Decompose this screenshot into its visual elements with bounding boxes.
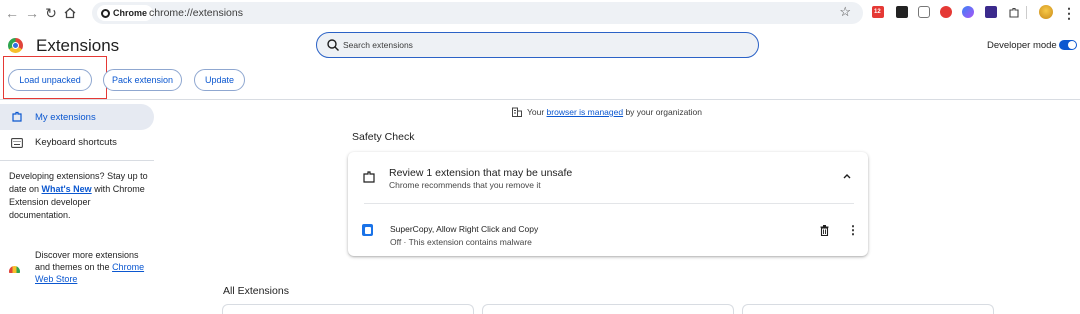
sync-extension-icon[interactable] — [962, 6, 974, 18]
back-button[interactable]: ← — [3, 4, 21, 22]
menu-kebab-icon[interactable]: ⋮ — [1060, 4, 1078, 22]
supercopy-extension-icon — [362, 224, 373, 236]
review-subtitle: Chrome recommends that you remove it — [389, 180, 541, 190]
sidebar-item-keyboard-shortcuts[interactable]: Keyboard shortcuts — [0, 131, 154, 155]
browser-managed-link[interactable]: browser is managed — [547, 107, 624, 117]
reload-icon[interactable]: ↻ — [42, 4, 60, 22]
managed-suffix: by your organization — [623, 107, 703, 117]
flagged-extension-name: SuperCopy, Allow Right Click and Copy — [390, 224, 539, 234]
forward-button[interactable]: → — [23, 4, 41, 22]
badge-count: 12 — [874, 9, 881, 15]
home-icon[interactable] — [61, 4, 79, 22]
url-text[interactable]: chrome://extensions — [149, 7, 243, 19]
collapse-chevron-icon[interactable] — [842, 171, 852, 183]
extension-tile[interactable] — [482, 304, 734, 314]
search-input[interactable] — [343, 37, 743, 53]
developer-info-text: Developing extensions? Stay up to date o… — [9, 170, 149, 222]
extension-tile[interactable] — [742, 304, 994, 314]
update-button[interactable]: Update — [194, 69, 245, 91]
developer-mode-label: Developer mode — [987, 40, 1057, 51]
sidebar-item-label: Keyboard shortcuts — [35, 137, 117, 148]
star-icon[interactable]: ☆ — [839, 4, 851, 20]
search-icon — [327, 39, 339, 51]
calendar-extension-icon[interactable]: 12 — [872, 6, 884, 18]
browser-toolbar: ← → ↻ Chrome chrome://extensions ☆ 12 ⋮ — [0, 0, 1080, 27]
camera-extension-icon[interactable] — [918, 6, 930, 18]
pack-extension-button[interactable]: Pack extension — [103, 69, 182, 91]
chrome-icon — [101, 8, 110, 18]
chrome-logo — [8, 38, 23, 53]
whats-new-link[interactable]: What's New — [42, 184, 92, 194]
tab-extension-icon[interactable] — [896, 6, 908, 18]
managed-prefix: Your — [527, 107, 547, 117]
site-chip-label: Chrome — [113, 8, 148, 18]
puzzle-warning-icon — [363, 171, 375, 183]
qr-extension-icon[interactable] — [985, 6, 997, 18]
address-bar[interactable]: Chrome chrome://extensions ☆ — [92, 2, 863, 24]
sidebar-divider — [0, 160, 154, 161]
more-options-kebab-icon[interactable]: ⋮ — [847, 223, 859, 237]
safety-check-title: Safety Check — [352, 131, 415, 143]
web-store-icon — [9, 266, 20, 273]
profile-avatar[interactable] — [1039, 5, 1053, 19]
flagged-extension-status: Off · This extension contains malware — [390, 237, 532, 247]
trash-icon[interactable] — [820, 225, 829, 236]
all-extensions-title: All Extensions — [223, 285, 289, 297]
puzzle-icon — [12, 111, 22, 122]
header-divider — [0, 99, 1080, 100]
managed-notice: Your browser is managed by your organiza… — [512, 107, 702, 117]
developer-mode-toggle[interactable] — [1059, 40, 1077, 50]
sidebar-item-label: My extensions — [35, 112, 96, 123]
building-icon — [512, 107, 522, 117]
extension-tile[interactable] — [222, 304, 474, 314]
search-box[interactable] — [316, 32, 759, 58]
extensions-puzzle-icon[interactable] — [1008, 6, 1020, 18]
review-title: Review 1 extension that may be unsafe — [389, 167, 573, 179]
web-store-text: Discover more extensions and themes on t… — [35, 249, 147, 285]
toolbar-separator — [1026, 6, 1027, 19]
card-divider — [364, 203, 854, 204]
safety-check-card: Review 1 extension that may be unsafe Ch… — [348, 152, 868, 256]
page-title: Extensions — [36, 36, 120, 55]
keyboard-icon — [11, 138, 23, 148]
sidebar-item-my-extensions[interactable]: My extensions — [0, 104, 154, 130]
opera-extension-icon[interactable] — [940, 6, 952, 18]
site-chip[interactable]: Chrome — [97, 5, 154, 21]
load-unpacked-button[interactable]: Load unpacked — [8, 69, 92, 91]
